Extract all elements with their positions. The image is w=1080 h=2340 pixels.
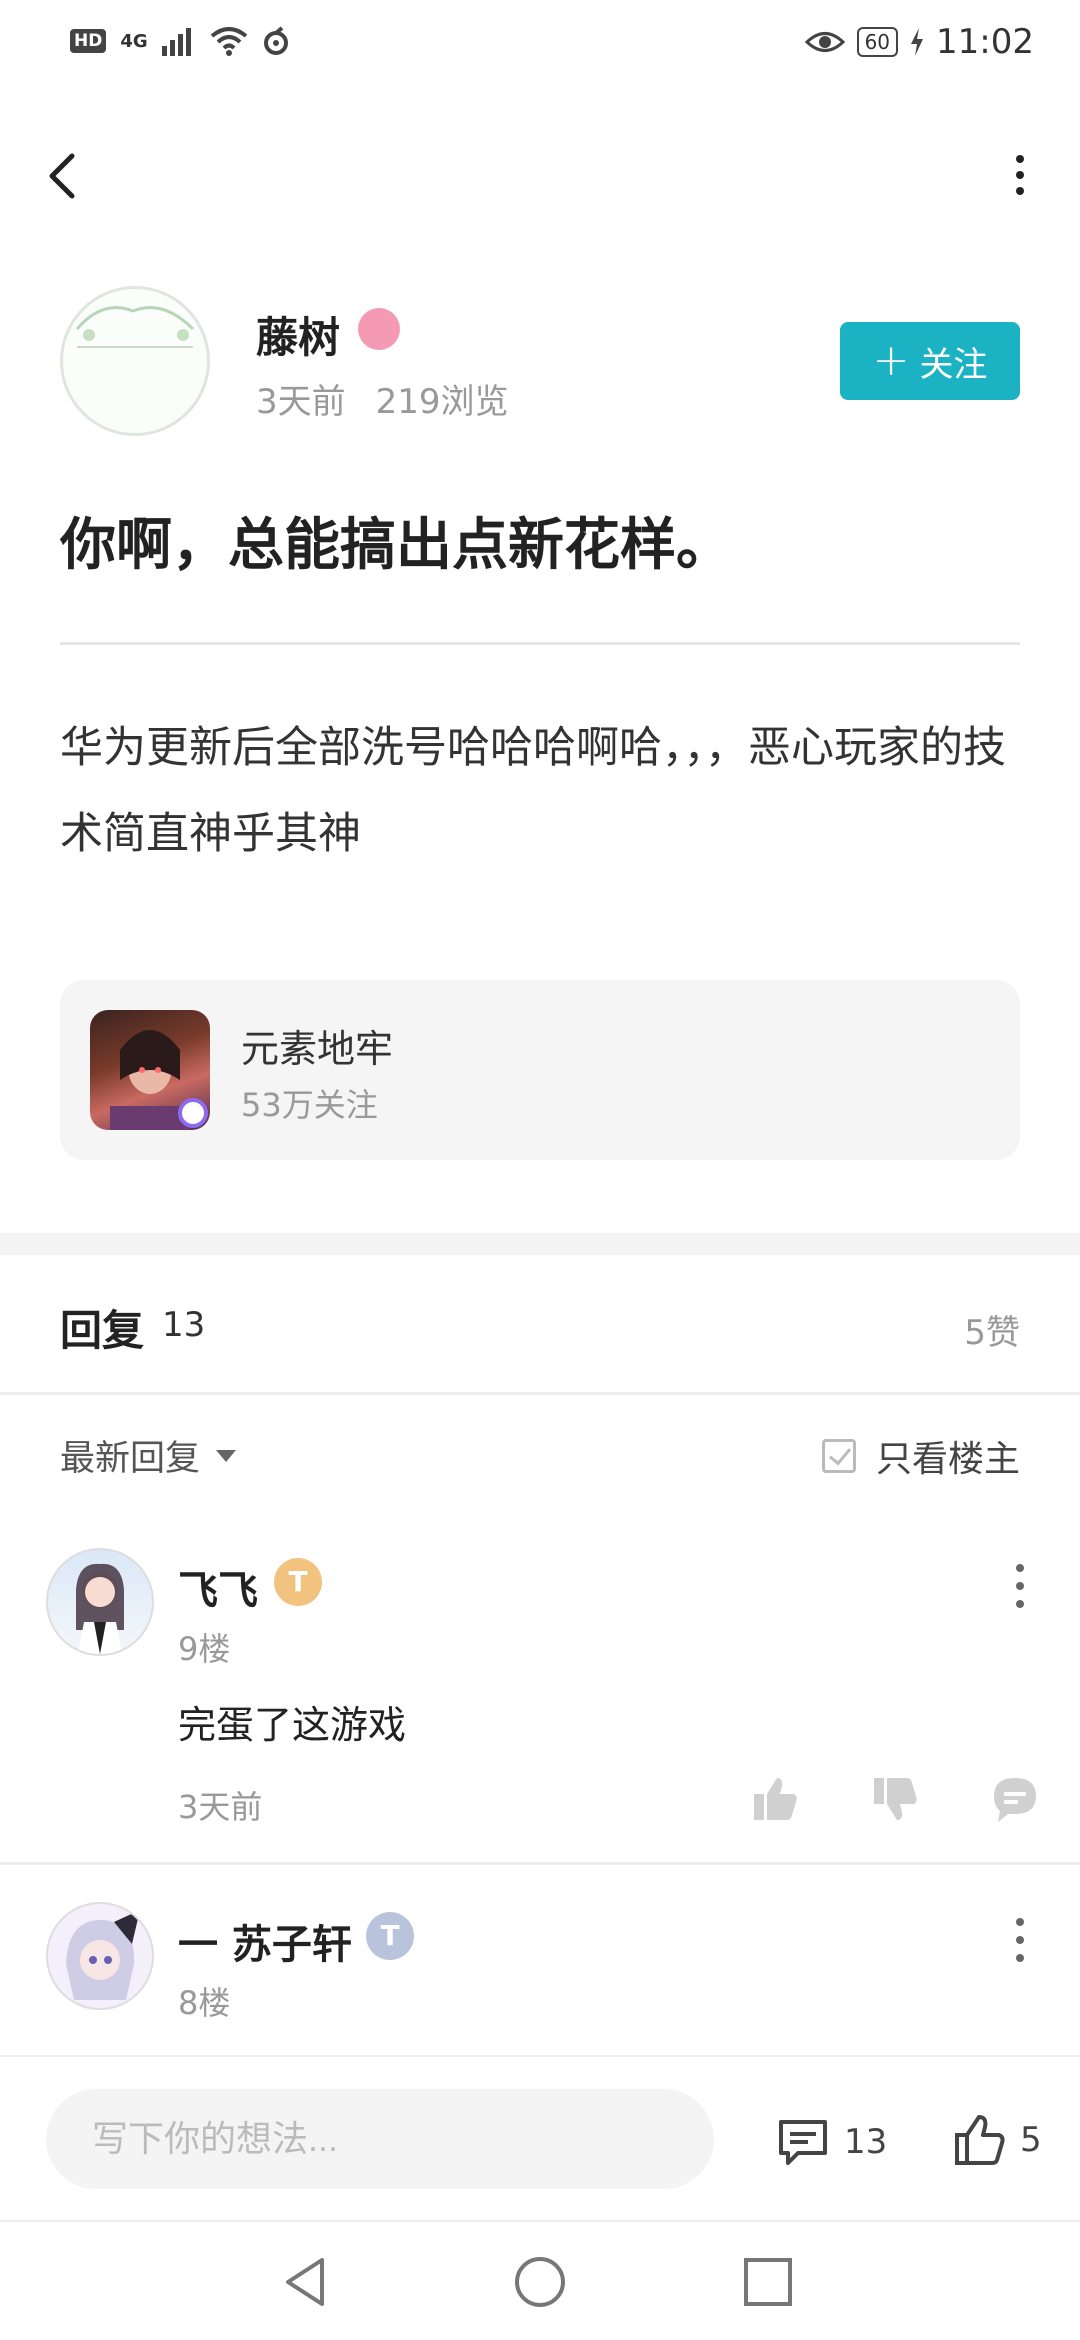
section-gap xyxy=(0,1233,1080,1255)
post-body: 华为更新后全部洗号哈哈哈啊哈，，，恶心玩家的技术简直神乎其神 xyxy=(60,723,1006,859)
only-op-filter[interactable]: 只看楼主 xyxy=(821,1430,1020,1482)
comment-time: 3天前 xyxy=(178,1788,263,1826)
status-bar: HD 4G 60 11:02 xyxy=(0,0,1080,92)
comment-more-button[interactable] xyxy=(1000,1556,1040,1616)
sort-dropdown[interactable]: 最新回复 xyxy=(60,1430,237,1481)
eye-comfort-icon xyxy=(804,32,845,52)
commenter-name[interactable]: 飞飞 xyxy=(178,1558,258,1616)
game-card[interactable]: 元素地牢 53万关注 xyxy=(60,980,1020,1160)
more-options-button[interactable] xyxy=(990,140,1050,210)
more-dot-icon xyxy=(1016,1564,1024,1572)
avatar-image xyxy=(75,306,195,348)
reply-count: 13 xyxy=(162,1305,206,1345)
more-dot-icon xyxy=(1016,155,1024,163)
game-icon xyxy=(90,1010,210,1130)
back-button[interactable] xyxy=(40,140,100,210)
user-level-icon: T xyxy=(366,1912,414,1960)
commenter-avatar[interactable] xyxy=(46,1548,154,1656)
comment-input[interactable] xyxy=(46,2089,714,2189)
bottom-bar: 13 5 xyxy=(0,2055,1080,2220)
commenter-name[interactable]: 一 苏子轩 xyxy=(178,1912,352,1970)
hd-indicator: HD xyxy=(70,29,107,53)
sort-label: 最新回复 xyxy=(60,1439,201,1479)
author-header: 藤树 3天前 219浏览 + 关注 xyxy=(60,286,1020,436)
top-bar xyxy=(0,130,1080,220)
thumbs-up-icon xyxy=(955,2115,1005,2165)
like-button[interactable]: 5 xyxy=(954,2113,1042,2167)
wifi-icon xyxy=(210,27,247,56)
follow-label: 关注 xyxy=(919,344,988,385)
more-dot-icon xyxy=(1016,1600,1024,1608)
reply-header: 回复 13 5赞 xyxy=(0,1255,1080,1393)
post-title: 你啊，总能搞出点新花样。 xyxy=(60,513,732,578)
more-dot-icon xyxy=(1016,1936,1024,1944)
divider xyxy=(0,1862,1080,1865)
author-name[interactable]: 藤树 xyxy=(256,304,340,365)
game-name: 元素地牢 xyxy=(241,1027,394,1071)
reply-bubble-icon[interactable] xyxy=(990,1774,1040,1824)
commenter-avatar[interactable] xyxy=(46,1902,154,2010)
network-type: 4G xyxy=(120,30,148,52)
more-dot-icon xyxy=(1016,1954,1024,1962)
post-meta: 3天前 219浏览 xyxy=(256,374,509,423)
female-gender-icon xyxy=(358,308,400,350)
author-avatar[interactable] xyxy=(60,286,210,436)
divider xyxy=(60,642,1020,645)
comment-text: 完蛋了这游戏 xyxy=(178,1703,407,1747)
reply-title: 回复 xyxy=(60,1306,145,1355)
thumbs-up-icon[interactable] xyxy=(750,1774,800,1824)
clock: 11:02 xyxy=(936,22,1034,62)
nav-back-icon[interactable] xyxy=(270,2246,342,2318)
chevron-down-icon xyxy=(216,1449,237,1462)
comment-item: 飞飞 T 9楼 完蛋了这游戏 3天前 xyxy=(0,1548,1080,1848)
nav-home-icon[interactable] xyxy=(504,2246,576,2318)
comment-more-button[interactable] xyxy=(1000,1910,1040,1970)
divider xyxy=(0,1392,1080,1395)
follow-button[interactable]: + 关注 xyxy=(840,322,1020,400)
post-time: 3天前 xyxy=(256,382,346,422)
battery-level: 60 xyxy=(856,27,899,57)
floor-number: 9楼 xyxy=(178,1630,231,1668)
game-followers: 53万关注 xyxy=(241,1086,378,1124)
signal-icon xyxy=(161,28,191,56)
view-count: 219浏览 xyxy=(375,382,509,422)
more-dot-icon xyxy=(1016,1918,1024,1926)
more-dot-icon xyxy=(1016,1582,1024,1590)
comment-icon xyxy=(779,2120,827,2165)
plus-icon: + xyxy=(872,335,910,386)
comment-item: 一 苏子轩 T 8楼 xyxy=(0,1902,1080,2052)
charging-icon xyxy=(911,28,924,56)
game-badge-icon xyxy=(178,1098,208,1128)
like-count: 5 xyxy=(1020,2120,1042,2160)
only-op-label: 只看楼主 xyxy=(875,1439,1020,1480)
floor-number: 8楼 xyxy=(178,1984,231,2022)
hotspot-icon xyxy=(263,26,288,55)
back-arrow-icon xyxy=(49,153,75,199)
nav-recents-icon[interactable] xyxy=(732,2246,804,2318)
user-level-icon: T xyxy=(274,1558,322,1606)
likes-total: 5赞 xyxy=(964,1313,1020,1353)
system-nav-bar xyxy=(0,2220,1080,2340)
thumbs-down-icon[interactable] xyxy=(870,1774,920,1824)
comment-count: 13 xyxy=(844,2122,888,2162)
more-dot-icon xyxy=(1016,187,1024,195)
checkbox-icon[interactable] xyxy=(821,1439,856,1473)
more-dot-icon xyxy=(1016,171,1024,179)
comment-actions xyxy=(750,1774,1040,1824)
comments-button[interactable]: 13 xyxy=(776,2117,887,2167)
